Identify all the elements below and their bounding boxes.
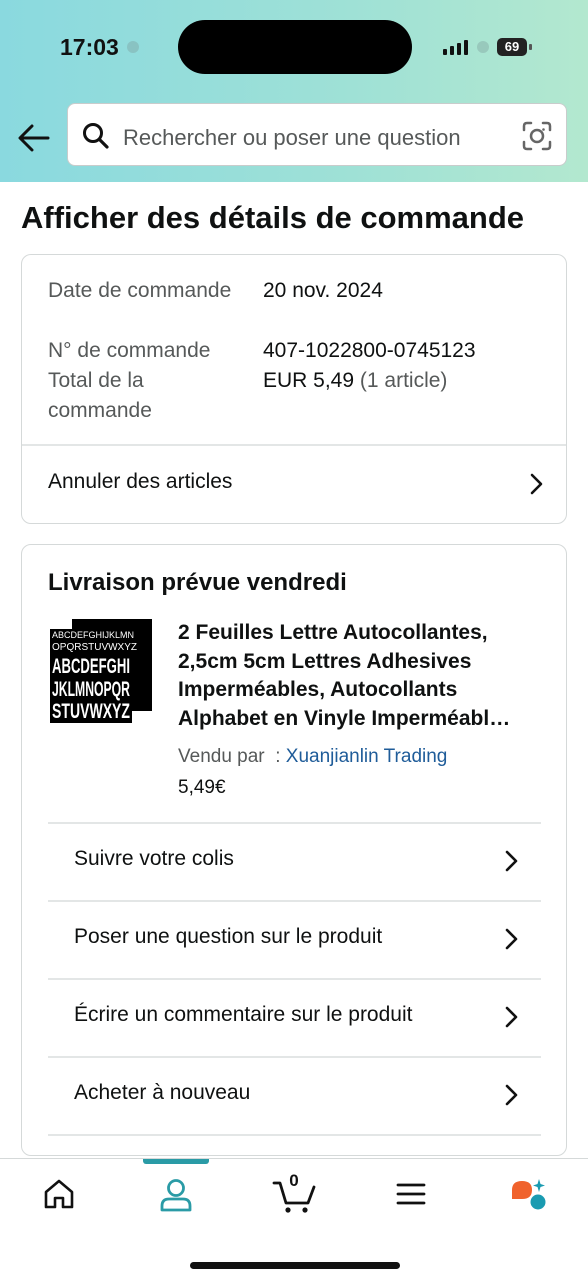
signal-icon bbox=[443, 40, 468, 55]
order-total-value: EUR 5,49 (1 article) bbox=[263, 366, 447, 396]
order-number-value: 407-1022800-0745123 bbox=[263, 339, 476, 362]
page-title: Afficher des détails de commande bbox=[21, 200, 525, 235]
seller-prefix: Vendu par bbox=[178, 746, 265, 767]
status-time: 17:03 bbox=[60, 34, 119, 60]
thumb-line-1: ABCDEFGHIJKLMN bbox=[52, 630, 134, 640]
camera-search-icon[interactable] bbox=[522, 121, 552, 151]
order-number-label: N° de commande bbox=[48, 339, 211, 362]
search-placeholder: Rechercher ou poser une question bbox=[123, 125, 461, 150]
order-total-items: (1 article) bbox=[359, 369, 448, 392]
chevron-right-icon bbox=[505, 1006, 518, 1028]
delivery-title: Livraison prévue vendredi bbox=[48, 569, 347, 596]
ask-question-label: Poser une question sur le produit bbox=[74, 925, 383, 948]
thumb-line-5: STUVWXYZ bbox=[52, 700, 130, 723]
top-header: 17:03 69 Rechercher ou poser une questio… bbox=[0, 0, 588, 182]
seller-separator: : bbox=[275, 746, 281, 767]
order-date-value: 20 nov. 2024 bbox=[263, 279, 383, 302]
write-review-label: Écrire un commentaire sur le produit bbox=[74, 1003, 413, 1026]
action-divider bbox=[48, 1134, 541, 1136]
order-date-label: Date de commande bbox=[48, 279, 232, 302]
chevron-right-icon bbox=[505, 850, 518, 872]
product-price: 5,49€ bbox=[178, 777, 226, 798]
seller-link[interactable]: Xuanjianlin Trading bbox=[286, 746, 448, 767]
product-title[interactable]: 2 Feuilles Lettre Autocollantes, 2,5cm 5… bbox=[178, 619, 548, 733]
active-tab-indicator bbox=[143, 1159, 209, 1164]
cart-button[interactable]: 0 bbox=[272, 1171, 316, 1215]
battery-tip bbox=[529, 44, 532, 50]
buy-again-label: Acheter à nouveau bbox=[74, 1081, 251, 1104]
track-package-row[interactable]: Suivre votre colis bbox=[48, 824, 541, 900]
product-thumbnail[interactable]: ABCDEFGHIJKLMN OPQRSTUVWXYZ ABCDEFGHI JK… bbox=[50, 617, 154, 723]
rufus-icon[interactable] bbox=[508, 1177, 548, 1213]
back-arrow-icon[interactable] bbox=[16, 120, 52, 156]
order-total-label: Total de la commande bbox=[48, 369, 152, 422]
thumb-line-2: OPQRSTUVWXYZ bbox=[52, 642, 137, 653]
cancel-items-label: Annuler des articles bbox=[48, 470, 233, 493]
account-icon[interactable] bbox=[158, 1177, 194, 1213]
menu-icon[interactable] bbox=[396, 1181, 426, 1207]
ask-question-row[interactable]: Poser une question sur le produit bbox=[48, 902, 541, 978]
cart-count: 0 bbox=[289, 1171, 299, 1190]
order-summary-card: Date de commande 20 nov. 2024 N° de comm… bbox=[21, 254, 567, 524]
search-bar[interactable]: Rechercher ou poser une question bbox=[67, 103, 567, 166]
home-icon[interactable] bbox=[42, 1177, 76, 1211]
track-package-label: Suivre votre colis bbox=[74, 847, 234, 870]
status-blur bbox=[127, 41, 139, 53]
buy-again-row[interactable]: Acheter à nouveau bbox=[48, 1058, 541, 1134]
battery-icon: 69 bbox=[497, 38, 527, 56]
cancel-items-row[interactable]: Annuler des articles bbox=[22, 446, 566, 523]
seller-line: Vendu par : Xuanjianlin Trading bbox=[178, 746, 447, 768]
thumb-line-4: JKLMNOPQR bbox=[52, 678, 130, 701]
status-blur bbox=[477, 41, 489, 53]
search-icon bbox=[83, 123, 109, 149]
chevron-right-icon bbox=[505, 1084, 518, 1106]
order-total-amount: EUR 5,49 bbox=[263, 369, 355, 392]
write-review-row[interactable]: Écrire un commentaire sur le produit bbox=[48, 980, 541, 1056]
chevron-right-icon bbox=[530, 473, 543, 495]
chevron-right-icon bbox=[505, 928, 518, 950]
dynamic-island bbox=[178, 20, 412, 74]
delivery-card: Livraison prévue vendredi ABCDEFGHIJKLMN… bbox=[21, 544, 567, 1156]
thumb-line-3: ABCDEFGHI bbox=[52, 655, 130, 678]
home-indicator bbox=[190, 1262, 400, 1269]
